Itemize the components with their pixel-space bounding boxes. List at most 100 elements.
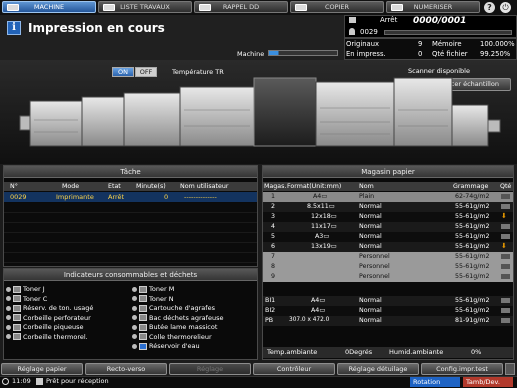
table-row[interactable]: 4 11x17▭ Normal 55-61g/m2 [263,222,513,232]
table-row[interactable]: BI2 A4▭ Normal 55-61g/m2 [263,306,513,316]
toner-icon [13,295,21,302]
help-icon[interactable]: ? [484,2,495,13]
table-row[interactable]: PB 307.0 x 472.0 Normal 81-91g/m2 [263,316,513,326]
table-row[interactable]: 2 8.5x11▭ Normal 55-61g/m2 [263,202,513,212]
qty-gauge [501,224,510,229]
file-qty-label: Qté fichier [432,50,468,58]
tray-list: 1 A4▭ Plain 62-74g/m2 2 8.5x11▭ Normal 55-61g/… [263,192,513,287]
list-item: Corbeille thermorel. [6,333,128,343]
status-value: 0000/0001 [413,16,467,26]
clock-icon [2,378,9,385]
col-grammage: Grammage [453,183,489,190]
item-label: Toner N [149,294,174,303]
toner-icon [139,285,147,293]
user-icon [349,28,355,35]
table-row[interactable]: 8 Personnel 55-61g/m2 [263,262,513,272]
rotation-label: Rotation [413,378,441,386]
staple-waste-icon [139,314,147,321]
staple-bin-icon [13,323,21,331]
item-label: Toner J [23,285,45,293]
tache-title: Tâche [4,166,257,178]
list-item: Butée lame massicot [132,323,256,333]
item-label: Corbeille piqueuse [23,323,84,331]
warning-arrow-icon: ⬇ [501,212,507,220]
table-row[interactable]: 7 Personnel 55-61g/m2 [263,252,513,262]
temp-value: 0Degrés [345,348,373,356]
qty-gauge [501,194,510,199]
list-item: Réservoir d'eau [132,342,256,352]
controleur-button[interactable]: Contrôleur [253,363,335,375]
job-minutes: 0 [164,193,169,201]
tab-machine[interactable]: MACHINE [2,1,96,13]
tab-copier-label: COPIER [324,3,350,11]
magasin-header-row: Magas. Format(Unit:mm) Nom Grammage Qté [263,182,513,191]
bypass-list: BI1 A4▭ Normal 55-61g/m2 BI2 A4▭ Normal 55-61g… [263,296,513,328]
table-row[interactable]: 0029 Imprimante Arrêt 0 -------------- [4,192,257,202]
status-icon [6,305,11,311]
table-row[interactable]: 1 A4▭ Plain 62-74g/m2 [263,192,513,202]
qty-gauge [501,264,510,269]
machine-gauge [268,50,338,56]
item-label: Butée lame massicot [149,323,218,331]
tab-copier[interactable]: COPIER [290,1,384,13]
col-user: Nom utilisateur [180,183,229,190]
status-icon [6,296,11,301]
job-state: Arrêt [108,193,125,201]
job-user: -------------- [184,193,217,201]
consumables-title: Indicateurs consommables et déchets [4,269,257,281]
col-no: N° [10,183,18,190]
scroll-bar-icon[interactable] [505,363,515,375]
printer-icon [349,17,356,23]
magasin-title: Magasin papier [263,166,513,178]
status-icon [6,315,11,320]
table-row[interactable]: 3 12x18▭ Normal 55-61g/m2 ⬇ [263,212,513,222]
config-impr-test-button[interactable]: Config.impr.test [421,363,503,375]
qty-gauge [501,308,510,313]
list-item: Toner M [132,285,256,295]
file-qty-value: 99.250% [480,50,511,58]
tab-numeriser[interactable]: NUMERISER [386,1,480,13]
tab-machine-label: MACHINE [33,3,65,11]
rotation-indicator: Rotation [410,377,460,387]
col-nom: Nom [359,183,374,190]
list-item: Réserv. de ton. usagé [6,304,128,314]
table-row[interactable]: 9 Personnel 55-61g/m2 [263,272,513,282]
item-label: Toner C [23,294,48,303]
tab-rappel-label: RAPPEL DD [222,3,260,11]
machine-icon [7,4,19,11]
item-label: Réserv. de ton. usagé [23,304,94,312]
item-label: Toner M [149,285,175,293]
status-icon [132,286,137,292]
table-row[interactable]: 6 13x19▭ Normal 55-61g/m2 ⬇ [263,242,513,252]
originals-label: Originaux [346,40,380,48]
status-icon [132,324,137,330]
recto-verso-button[interactable]: Recto-verso [85,363,167,375]
table-row[interactable]: 5 A3▭ Normal 55-61g/m2 [263,232,513,242]
status-icon [132,334,137,339]
table-row[interactable]: BI1 A4▭ Normal 55-61g/m2 [263,296,513,306]
status-time: 11:09 [12,377,31,385]
status-icon [132,343,137,349]
machine-label: Machine [237,50,265,58]
status-icon [132,305,137,311]
col-qte: Qté [500,183,512,190]
power-icon[interactable]: ⏻ [500,2,511,13]
ready-icon [36,378,43,385]
list-item: Bac déchets agrafeuse [132,314,256,324]
reglage-detuilage-button[interactable]: Réglage détuilage [337,363,419,375]
in-print-value: 0 [418,50,423,58]
humid-label: Humid.ambiante [389,348,444,356]
toner-icon [139,295,147,302]
qty-gauge [501,298,510,303]
list-item: Toner C [6,295,128,305]
status-message: Prêt pour réception [46,377,109,385]
reglage-papier-button[interactable]: Réglage papier [1,363,83,375]
status-icon [6,324,11,330]
list-icon [103,4,115,11]
tache-header-row: N° Mode Etat Minute(s) Nom utilisateur [4,182,257,191]
item-label: Bac déchets agrafeuse [149,313,224,322]
col-minutes: Minute(s) [136,183,166,190]
tab-liste-travaux[interactable]: LISTE TRAVAUX [98,1,192,13]
tab-rappel-dd[interactable]: RAPPEL DD [194,1,288,13]
qty-gauge [501,234,510,239]
